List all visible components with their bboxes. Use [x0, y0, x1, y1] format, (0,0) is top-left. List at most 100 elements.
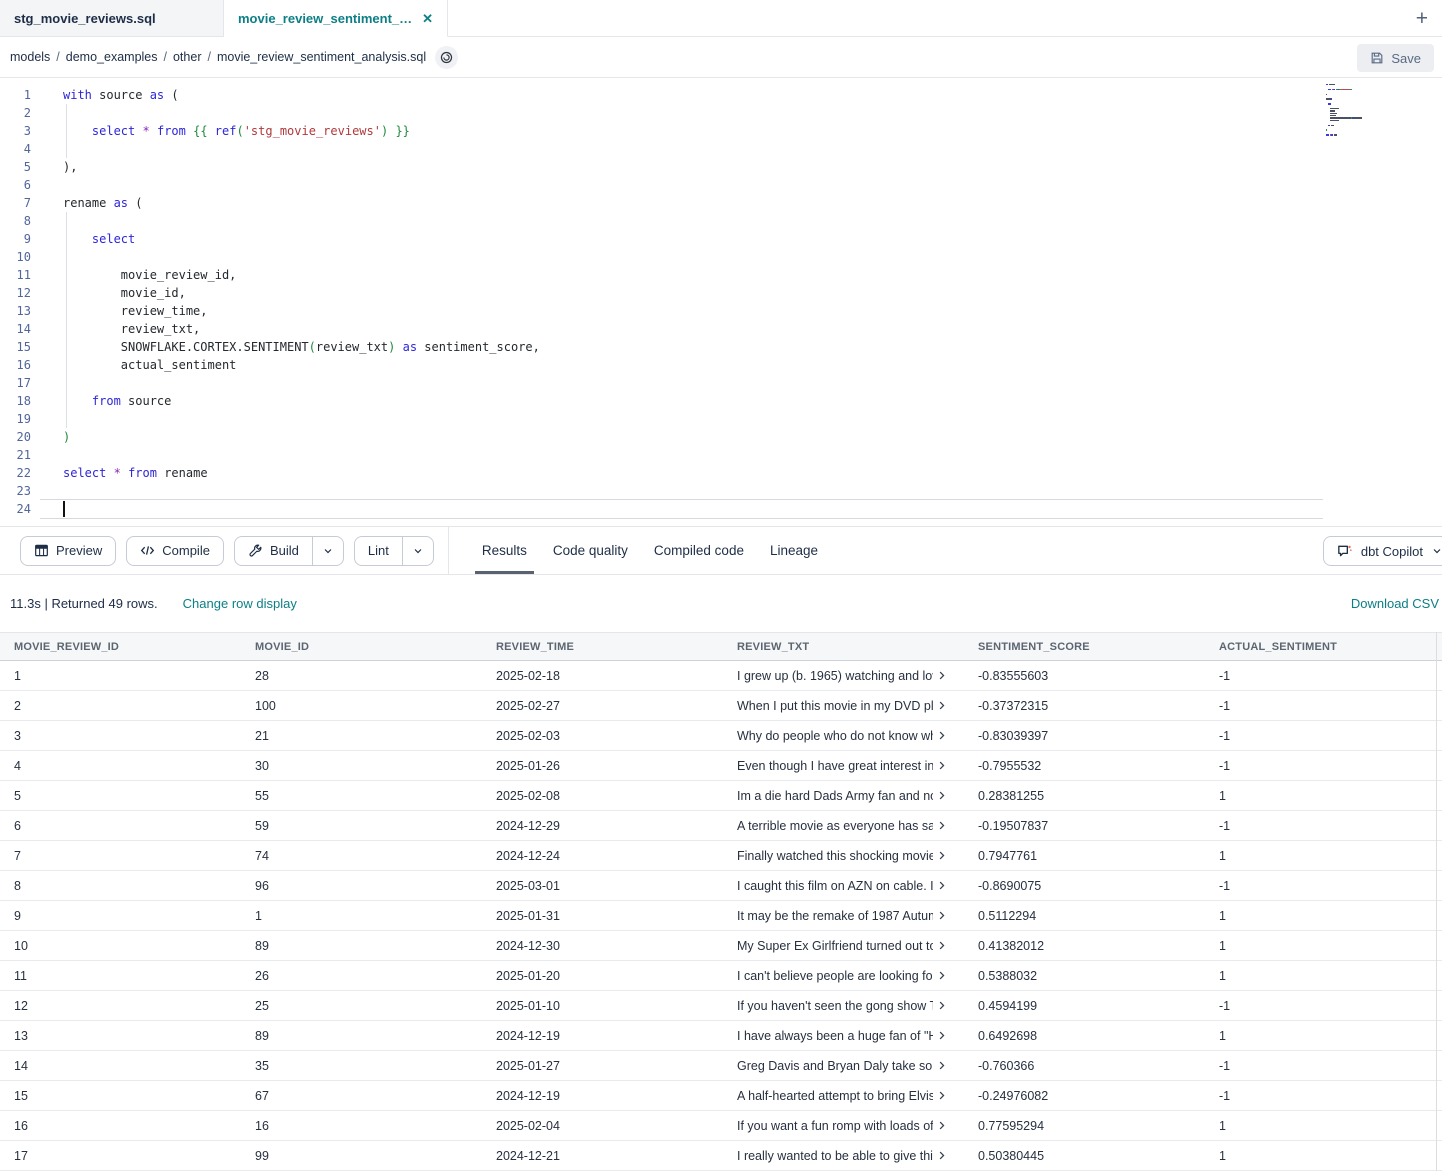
- cell-actual_sentiment: -1: [1205, 669, 1442, 683]
- expand-cell-icon[interactable]: [936, 670, 947, 681]
- code-line[interactable]: 5),: [0, 158, 1442, 176]
- code-line[interactable]: 6: [0, 176, 1442, 194]
- code-line[interactable]: 3 select * from {{ ref('stg_movie_review…: [0, 122, 1442, 140]
- lint-button[interactable]: Lint: [355, 537, 402, 565]
- cell-actual_sentiment: -1: [1205, 759, 1442, 773]
- code-line[interactable]: 14 review_txt,: [0, 320, 1442, 338]
- cell-sentiment_score: -0.760366: [964, 1059, 1205, 1073]
- code-line[interactable]: 4: [0, 140, 1442, 158]
- expand-cell-icon[interactable]: [936, 940, 947, 951]
- expand-cell-icon[interactable]: [936, 700, 947, 711]
- code-line[interactable]: 15 SNOWFLAKE.CORTEX.SENTIMENT(review_txt…: [0, 338, 1442, 356]
- copilot-swirl-icon: [440, 51, 453, 64]
- preview-button[interactable]: Preview: [20, 536, 116, 566]
- table-row: 17992024-12-21I really wanted to be able…: [0, 1141, 1442, 1171]
- expand-cell-icon[interactable]: [936, 1120, 947, 1131]
- cell-movie_review_id: 1: [0, 669, 241, 683]
- breadcrumb-segment: other: [173, 50, 202, 64]
- code-text: ),: [40, 158, 1442, 176]
- code-line[interactable]: 12 movie_id,: [0, 284, 1442, 302]
- lint-dropdown-button[interactable]: [402, 537, 433, 565]
- cell-movie_review_id: 13: [0, 1029, 241, 1043]
- code-line[interactable]: 10: [0, 248, 1442, 266]
- code-line[interactable]: 23: [0, 482, 1442, 500]
- code-line[interactable]: 2: [0, 104, 1442, 122]
- code-line[interactable]: 8: [0, 212, 1442, 230]
- save-button-label: Save: [1391, 51, 1421, 66]
- query-status-row: 11.3s | Returned 49 rows. Change row dis…: [0, 575, 1442, 632]
- code-editor[interactable]: 1with source as (23 select * from {{ ref…: [0, 78, 1442, 527]
- expand-cell-icon[interactable]: [936, 1000, 947, 1011]
- cell-review_time: 2024-12-19: [482, 1029, 723, 1043]
- code-line[interactable]: 1with source as (: [0, 86, 1442, 104]
- editor-file-tab-label: stg_movie_reviews.sql: [14, 11, 209, 26]
- cell-actual_sentiment: 1: [1205, 1119, 1442, 1133]
- code-line[interactable]: 22select * from rename: [0, 464, 1442, 482]
- expand-cell-icon[interactable]: [936, 760, 947, 771]
- cell-actual_sentiment: -1: [1205, 729, 1442, 743]
- code-text: movie_review_id,: [40, 266, 1442, 284]
- build-button[interactable]: Build: [235, 537, 312, 565]
- cell-movie_review_id: 2: [0, 699, 241, 713]
- line-number: 1: [0, 86, 40, 104]
- line-number: 22: [0, 464, 40, 482]
- code-line[interactable]: 17: [0, 374, 1442, 392]
- tab-strip: stg_movie_reviews.sql movie_review_sentim…: [0, 0, 448, 37]
- code-line[interactable]: 24: [0, 500, 1442, 518]
- dbt-copilot-button[interactable]: dbt Copilot: [1323, 536, 1442, 566]
- cell-movie_id: 21: [241, 729, 482, 743]
- code-line[interactable]: 7rename as (: [0, 194, 1442, 212]
- expand-cell-icon[interactable]: [936, 1030, 947, 1041]
- tab-code-quality[interactable]: Code quality: [540, 527, 641, 574]
- expand-cell-icon[interactable]: [936, 880, 947, 891]
- expand-cell-icon[interactable]: [936, 790, 947, 801]
- cell-actual_sentiment: -1: [1205, 879, 1442, 893]
- change-row-display-link[interactable]: Change row display: [183, 596, 297, 611]
- tab-results[interactable]: Results: [469, 527, 540, 574]
- cell-actual_sentiment: 1: [1205, 1149, 1442, 1163]
- tab-lineage[interactable]: Lineage: [757, 527, 831, 574]
- cell-review-txt: If you want a fun romp with loads of s…: [723, 1119, 964, 1133]
- tab-compiled-code[interactable]: Compiled code: [641, 527, 757, 574]
- cell-review-txt: When I put this movie in my DVD playe…: [723, 699, 964, 713]
- code-line[interactable]: 16 actual_sentiment: [0, 356, 1442, 374]
- code-line[interactable]: 20): [0, 428, 1442, 446]
- expand-cell-icon[interactable]: [936, 820, 947, 831]
- expand-cell-icon[interactable]: [936, 1090, 947, 1101]
- code-line[interactable]: 11 movie_review_id,: [0, 266, 1442, 284]
- code-line[interactable]: 18 from source: [0, 392, 1442, 410]
- code-line[interactable]: 19: [0, 410, 1442, 428]
- tab-bar: stg_movie_reviews.sql movie_review_sentim…: [0, 0, 1442, 37]
- new-tab-button[interactable]: +: [1416, 8, 1428, 29]
- breadcrumb-segment: demo_examples: [66, 50, 158, 64]
- save-button[interactable]: Save: [1357, 44, 1434, 72]
- close-tab-icon[interactable]: ✕: [422, 12, 433, 25]
- copilot-badge[interactable]: [435, 46, 458, 69]
- code-line[interactable]: 9 select: [0, 230, 1442, 248]
- code-line[interactable]: 21: [0, 446, 1442, 464]
- line-number: 4: [0, 140, 40, 158]
- code-text: movie_id,: [40, 284, 1442, 302]
- minimap[interactable]: [1326, 84, 1398, 141]
- compile-button[interactable]: Compile: [126, 536, 224, 566]
- breadcrumb-segment: models: [10, 50, 50, 64]
- code-line[interactable]: 13 review_time,: [0, 302, 1442, 320]
- expand-cell-icon[interactable]: [936, 1060, 947, 1071]
- expand-cell-icon[interactable]: [936, 1150, 947, 1161]
- table-row: 8962025-03-01I caught this film on AZN o…: [0, 871, 1442, 901]
- build-dropdown-button[interactable]: [312, 537, 343, 565]
- build-split-button: Build: [234, 536, 344, 566]
- editor-file-tab[interactable]: movie_review_sentiment_…✕: [224, 0, 448, 37]
- expand-cell-icon[interactable]: [936, 970, 947, 981]
- editor-file-tab[interactable]: stg_movie_reviews.sql: [0, 0, 224, 37]
- review-text: A terrible movie as everyone has said. …: [737, 819, 933, 833]
- expand-cell-icon[interactable]: [936, 850, 947, 861]
- download-csv-link[interactable]: Download CSV: [1351, 596, 1439, 611]
- line-number: 12: [0, 284, 40, 302]
- cell-review_time: 2024-12-19: [482, 1089, 723, 1103]
- cell-review-txt: Greg Davis and Bryan Daly take some …: [723, 1059, 964, 1073]
- column-header: REVIEW_TXT: [723, 641, 964, 653]
- cell-review-txt: My Super Ex Girlfriend turned out to b…: [723, 939, 964, 953]
- expand-cell-icon[interactable]: [936, 910, 947, 921]
- expand-cell-icon[interactable]: [936, 730, 947, 741]
